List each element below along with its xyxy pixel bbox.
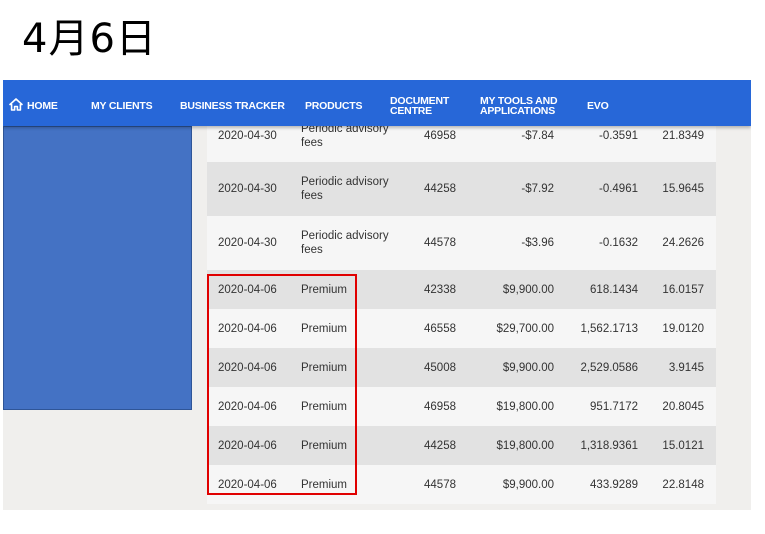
price-cell: 19.0120 [662, 322, 704, 335]
amount-cell: $19,800.00 [496, 439, 554, 452]
amount-cell: -$7.92 [521, 183, 554, 195]
price-cell: 16.0157 [662, 283, 704, 296]
nav-products[interactable]: PRODUCTS [305, 101, 363, 112]
table-row: 2020-04-30 Periodic advisory fees 44258 … [207, 162, 716, 216]
units-cell: 433.9289 [590, 478, 638, 491]
nav-business-tracker[interactable]: BUSINESS TRACKER [180, 101, 285, 112]
price-cell: 20.8045 [662, 400, 704, 413]
amount-cell: $9,900.00 [502, 361, 554, 374]
units-cell: -0.1632 [598, 237, 638, 249]
date-cell: 2020-04-30 [218, 183, 277, 195]
nav-home[interactable]: HOME [9, 98, 58, 113]
units-cell: 1,562.1713 [580, 322, 638, 335]
nav-document-centre[interactable]: DOCUMENT CENTRE [390, 96, 460, 117]
table-row: 2020-04-30 Periodic advisory fees 44578 … [207, 216, 716, 270]
nav-home-label: HOME [27, 99, 58, 112]
app-screenshot: HOME MY CLIENTS BUSINESS TRACKER PRODUCT… [3, 80, 751, 510]
account-cell: 46958 [424, 400, 456, 413]
date-cell: 2020-04-30 [218, 237, 277, 249]
page-heading: 4月6日 [22, 16, 157, 62]
amount-cell: $19,800.00 [496, 400, 554, 413]
account-cell: 44258 [424, 183, 456, 195]
amount-cell: -$3.96 [521, 237, 554, 249]
price-cell: 15.0121 [662, 439, 704, 452]
amount-cell: $9,900.00 [502, 478, 554, 491]
nav-evo[interactable]: EVO [587, 101, 609, 112]
top-navbar: HOME MY CLIENTS BUSINESS TRACKER PRODUCT… [3, 80, 751, 126]
account-cell: 44578 [424, 478, 456, 491]
type-cell: Periodic advisory fees [301, 230, 389, 256]
nav-my-tools[interactable]: MY TOOLS AND APPLICATIONS [480, 96, 560, 117]
price-cell: 24.2626 [662, 237, 704, 249]
highlight-box [207, 274, 357, 495]
account-cell: 44578 [424, 237, 456, 249]
price-cell: 15.9645 [662, 183, 704, 195]
price-cell: 3.9145 [668, 361, 704, 374]
account-cell: 45008 [424, 361, 456, 374]
home-icon [9, 98, 23, 113]
price-cell: 22.8148 [662, 478, 704, 491]
amount-cell: $29,700.00 [496, 322, 554, 335]
account-cell: 46558 [424, 322, 456, 335]
units-cell: -0.4961 [598, 183, 638, 195]
units-cell: 1,318.9361 [580, 439, 638, 452]
side-panel [3, 126, 192, 410]
units-cell: 618.1434 [590, 283, 638, 296]
units-cell: 951.7172 [590, 400, 638, 413]
account-cell: 44258 [424, 439, 456, 452]
account-cell: 42338 [424, 283, 456, 296]
nav-my-clients[interactable]: MY CLIENTS [91, 101, 153, 112]
type-cell: Periodic advisory fees [301, 176, 389, 202]
units-cell: 2,529.0586 [580, 361, 638, 374]
amount-cell: $9,900.00 [502, 283, 554, 296]
